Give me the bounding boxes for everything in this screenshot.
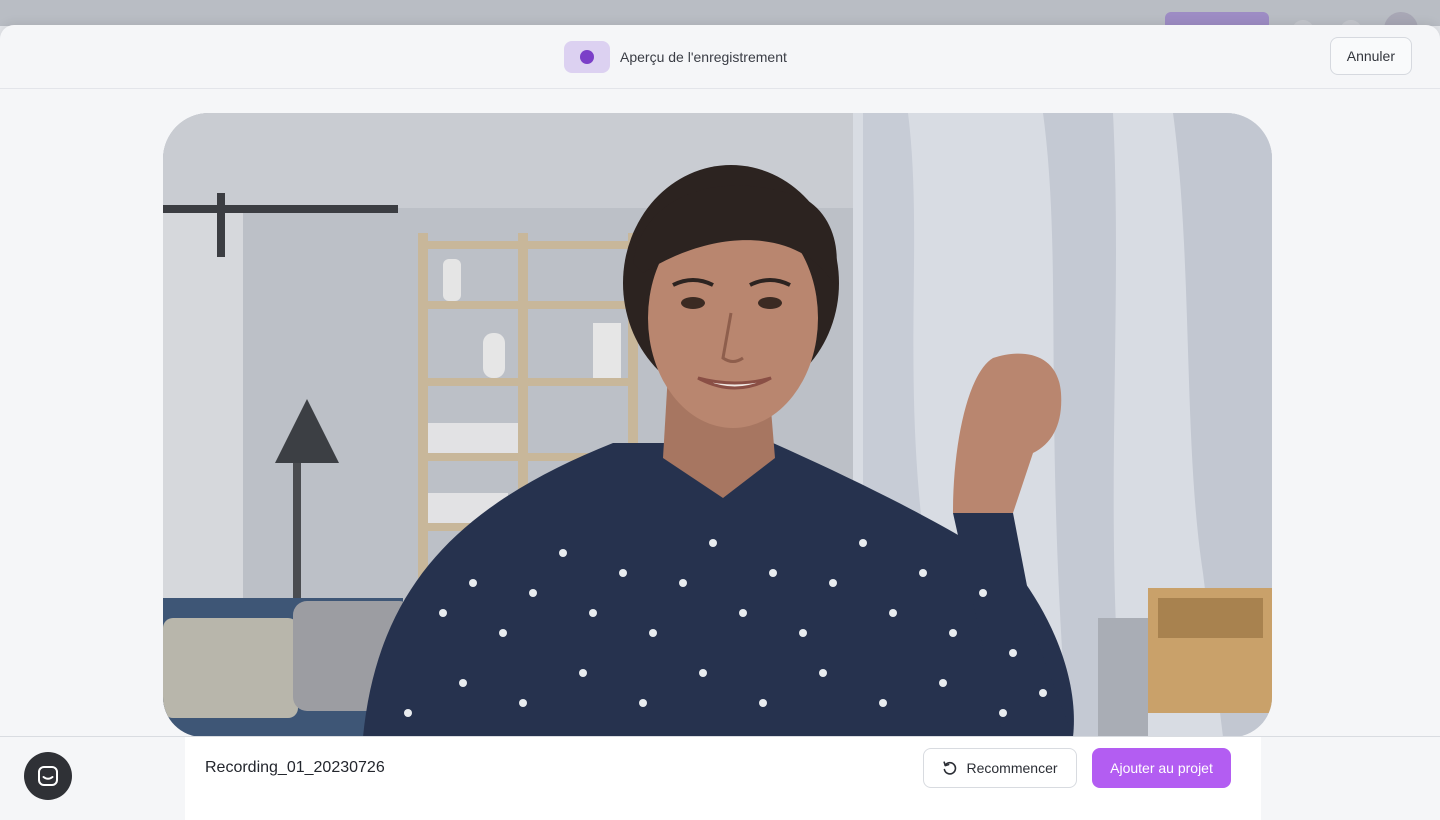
cancel-button[interactable]: Annuler [1329, 37, 1412, 75]
restart-button[interactable]: Recommencer [923, 748, 1077, 788]
record-chip [564, 41, 610, 73]
restart-button-label: Recommencer [966, 760, 1058, 776]
recording-name: Recording_01_20230726 [205, 759, 385, 776]
chat-icon [38, 766, 58, 786]
video-preview[interactable] [163, 113, 1272, 737]
record-dot-icon [580, 50, 594, 64]
modal-title: Aperçu de l'enregistrement [620, 49, 787, 65]
restart-icon [943, 761, 957, 775]
modal-header: Aperçu de l'enregistrement Annuler [0, 25, 1440, 89]
modal-title-group: Aperçu de l'enregistrement [564, 41, 787, 73]
recording-action-bar: Recording_01_20230726 Recommencer Ajoute… [185, 737, 1261, 820]
chat-launcher-button[interactable] [24, 752, 72, 800]
video-frame [163, 113, 1272, 737]
add-to-project-button[interactable]: Ajouter au projet [1092, 748, 1231, 788]
